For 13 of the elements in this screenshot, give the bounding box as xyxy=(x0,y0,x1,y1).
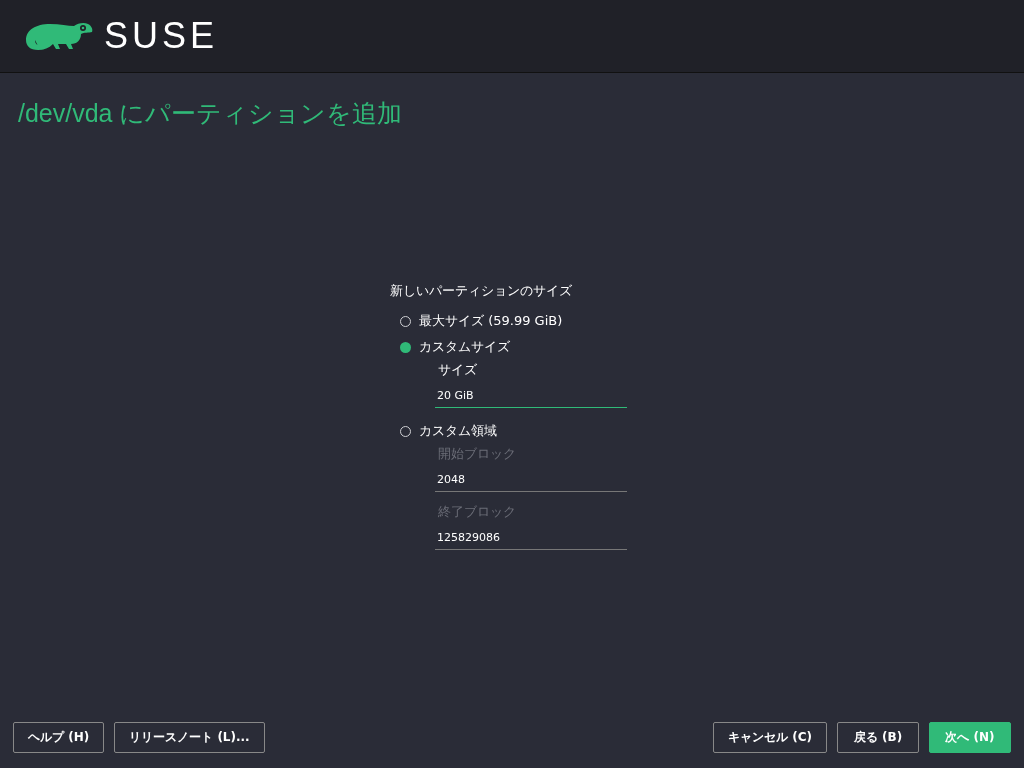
radio-label[interactable]: カスタム領域 xyxy=(419,421,497,441)
radio-label[interactable]: カスタムサイズ xyxy=(419,337,510,357)
input-field[interactable]: 20 GiB xyxy=(435,384,627,408)
field-label: サイズ xyxy=(438,361,478,378)
dialog-button[interactable]: ヘルプ (H) xyxy=(13,721,105,753)
dialog-button[interactable]: リリースノート (L)... xyxy=(114,721,265,753)
radio-button[interactable] xyxy=(400,341,411,353)
group-label: 新しいパーティションのサイズ xyxy=(390,281,573,300)
page-title: /dev/vda にパーティションを追加 xyxy=(18,98,404,129)
dialog-button[interactable]: キャンセル (C) xyxy=(713,721,827,753)
logo-text: SUSE xyxy=(104,18,219,54)
dialog-button[interactable]: 戻る (B) xyxy=(837,721,919,753)
radio-label[interactable]: 最大サイズ (59.99 GiB) xyxy=(419,311,563,331)
